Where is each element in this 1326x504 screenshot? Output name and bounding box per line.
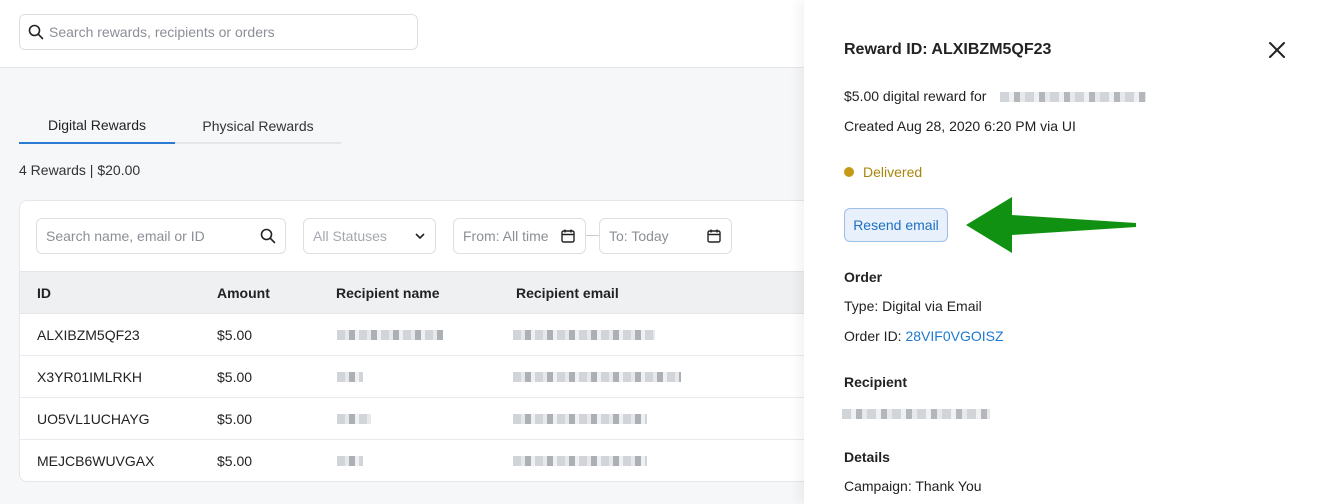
rewards-summary: 4 Rewards | $20.00	[19, 162, 141, 178]
column-header-recipient-name[interactable]: Recipient name	[336, 285, 439, 301]
date-range-separator	[586, 235, 599, 236]
drawer-title: Reward ID: ALXIBZM5QF23	[844, 41, 1052, 58]
calendar-icon	[561, 229, 575, 243]
order-id-line: Order ID: 28VIF0VGOISZ	[844, 328, 1004, 344]
table-row[interactable]: X3YR01IMLRKH $5.00	[20, 356, 818, 398]
order-id-label: Order ID:	[844, 328, 902, 344]
order-id-link[interactable]: 28VIF0VGOISZ	[905, 328, 1003, 344]
order-heading: Order	[844, 269, 883, 285]
reward-amount: $5.00	[217, 369, 253, 385]
redacted-recipient-email	[513, 414, 647, 424]
reward-search-placeholder: Search name, email or ID	[46, 228, 205, 244]
date-to-picker[interactable]: To: Today	[599, 218, 732, 254]
reward-id: ALXIBZM5QF23	[37, 327, 140, 343]
reward-id: MEJCB6WUVGAX	[37, 453, 155, 469]
reward-amount: $5.00	[217, 327, 253, 343]
annotation-arrow-icon	[966, 197, 1136, 253]
calendar-icon	[707, 229, 721, 243]
status-label: Delivered	[863, 164, 923, 180]
campaign-line: Campaign: Thank You	[844, 478, 982, 494]
created-line: Created Aug 28, 2020 6:20 PM via UI	[844, 118, 1076, 134]
global-search-input[interactable]	[49, 24, 389, 40]
redacted-recipient-name	[337, 456, 363, 466]
table-row[interactable]: UO5VL1UCHAYG $5.00	[20, 398, 818, 440]
reward-amount-text: $5.00 digital reward for	[844, 88, 987, 104]
status-filter-label: All Statuses	[313, 228, 387, 244]
order-type: Type: Digital via Email	[844, 298, 982, 314]
reward-id: UO5VL1UCHAYG	[37, 411, 150, 427]
table-header: ID Amount Recipient name Recipient email	[20, 271, 818, 314]
column-header-amount[interactable]: Amount	[217, 285, 270, 301]
reward-tabs: Digital Rewards Physical Rewards	[19, 108, 341, 144]
tab-digital-rewards[interactable]: Digital Rewards	[19, 108, 175, 144]
redacted-recipient-email	[513, 372, 681, 382]
resend-email-button[interactable]: Resend email	[844, 208, 948, 242]
date-to-label: To: Today	[609, 228, 669, 244]
status-filter-select[interactable]: All Statuses	[303, 218, 436, 254]
date-from-label: From: All time	[463, 228, 549, 244]
table-row[interactable]: ALXIBZM5QF23 $5.00	[20, 314, 818, 356]
search-icon	[260, 228, 276, 244]
redacted-recipient-name	[337, 372, 363, 382]
close-icon[interactable]	[1266, 39, 1288, 61]
tab-physical-rewards[interactable]: Physical Rewards	[175, 108, 341, 144]
filter-bar: Search name, email or ID All Statuses Fr…	[20, 201, 818, 271]
reward-id: X3YR01IMLRKH	[37, 369, 143, 385]
reward-amount: $5.00	[217, 411, 253, 427]
redacted-recipient-email	[513, 330, 655, 340]
global-search[interactable]	[19, 14, 418, 50]
rewards-table-card: Search name, email or ID All Statuses Fr…	[19, 200, 819, 482]
status-dot	[844, 167, 854, 177]
chevron-down-icon	[415, 233, 425, 240]
column-header-id[interactable]: ID	[37, 285, 51, 301]
column-header-recipient-email[interactable]: Recipient email	[516, 285, 619, 301]
redacted-recipient-info	[842, 409, 990, 419]
reward-search-field[interactable]: Search name, email or ID	[36, 218, 286, 254]
redacted-recipient-name	[337, 330, 443, 340]
search-icon	[28, 24, 44, 40]
reward-summary-line: $5.00 digital reward for	[844, 88, 986, 104]
reward-amount: $5.00	[217, 453, 253, 469]
redacted-recipient-name	[337, 414, 371, 424]
redacted-recipient	[1000, 92, 1146, 102]
date-from-picker[interactable]: From: All time	[453, 218, 586, 254]
rewards-page: Digital Rewards Physical Rewards 4 Rewar…	[0, 0, 1326, 504]
redacted-recipient-email	[513, 456, 647, 466]
recipient-heading: Recipient	[844, 374, 908, 390]
details-heading: Details	[844, 449, 890, 465]
table-row[interactable]: MEJCB6WUVGAX $5.00	[20, 440, 818, 481]
